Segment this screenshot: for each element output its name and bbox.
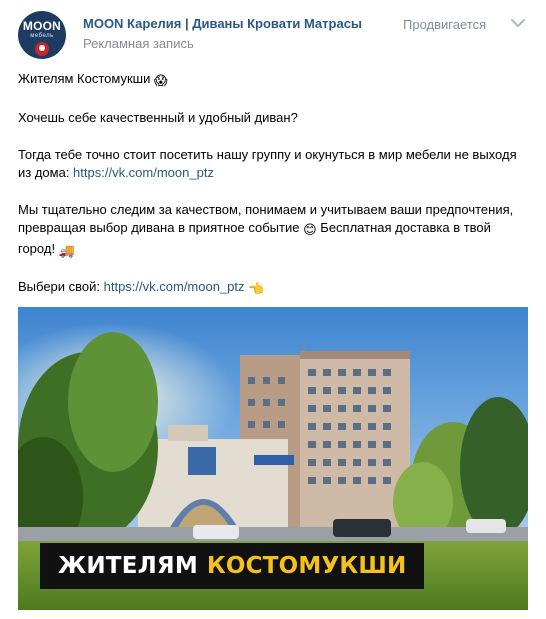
- text-fragment: превращая выбор дивана в приятное событи…: [18, 220, 300, 236]
- promoted-label: Продвигается: [403, 17, 487, 32]
- text-fragment: из дома:: [18, 165, 74, 180]
- truck-emoji-icon: 🚚: [58, 242, 75, 258]
- avatar-logo-icon: [35, 42, 49, 56]
- smile-emoji-icon: 😊: [303, 222, 317, 238]
- avatar-brand: MOON: [22, 19, 62, 33]
- banner-text-white: ЖИТЕЛЯМ: [58, 553, 198, 579]
- text-heading: Жителям Костомукши: [18, 71, 151, 86]
- text-line: из дома: https://vk.com/moon_ptz: [18, 164, 528, 182]
- text-line: Тогда тебе точно стоит посетить нашу гру…: [18, 146, 517, 162]
- text-fragment: Бесплатная доставка в твой: [316, 220, 491, 236]
- text-line: Хочешь себе качественный и удобный диван…: [18, 109, 298, 125]
- group-link-2[interactable]: https://vk.com/moon_ptz: [104, 279, 245, 294]
- text-fragment: город!: [18, 240, 56, 256]
- post-text: Жителям Костомукши 😱 Хочешь себе качеств…: [18, 70, 528, 299]
- text-fragment: Выбери свой:: [18, 279, 104, 295]
- image-banner: ЖИТЕЛЯМ КОСТОМУКШИ: [40, 543, 425, 589]
- chevron-down-icon[interactable]: [510, 17, 526, 29]
- pointing-hand-emoji-icon: 👈: [248, 281, 265, 297]
- text-line: Жителям Костомукши 😱: [18, 70, 528, 90]
- scream-emoji-icon: 😱: [153, 73, 168, 88]
- text-line: Мы тщательно следим за качеством, понима…: [18, 201, 514, 217]
- group-avatar[interactable]: MOON мебель: [18, 11, 66, 59]
- group-name-link[interactable]: MOON Карелия | Диваны Кровати Матрасы: [83, 16, 362, 31]
- post-image[interactable]: ЖИТЕЛЯМ КОСТОМУКШИ: [18, 307, 528, 610]
- banner-text-yellow: КОСТОМУКШИ: [206, 553, 407, 579]
- text-line: город! 🚚: [18, 240, 528, 260]
- group-link-1[interactable]: https://vk.com/moon_ptz: [73, 165, 214, 180]
- ad-post: MOON мебель MOON Карелия | Диваны Кроват…: [0, 0, 546, 619]
- text-line: Выбери свой: https://vk.com/moon_ptz 👈: [18, 278, 528, 298]
- text-line: превращая выбор дивана в приятное событи…: [18, 219, 528, 239]
- ad-label: Рекламная запись: [83, 36, 194, 51]
- avatar-subtitle: мебель: [30, 33, 54, 39]
